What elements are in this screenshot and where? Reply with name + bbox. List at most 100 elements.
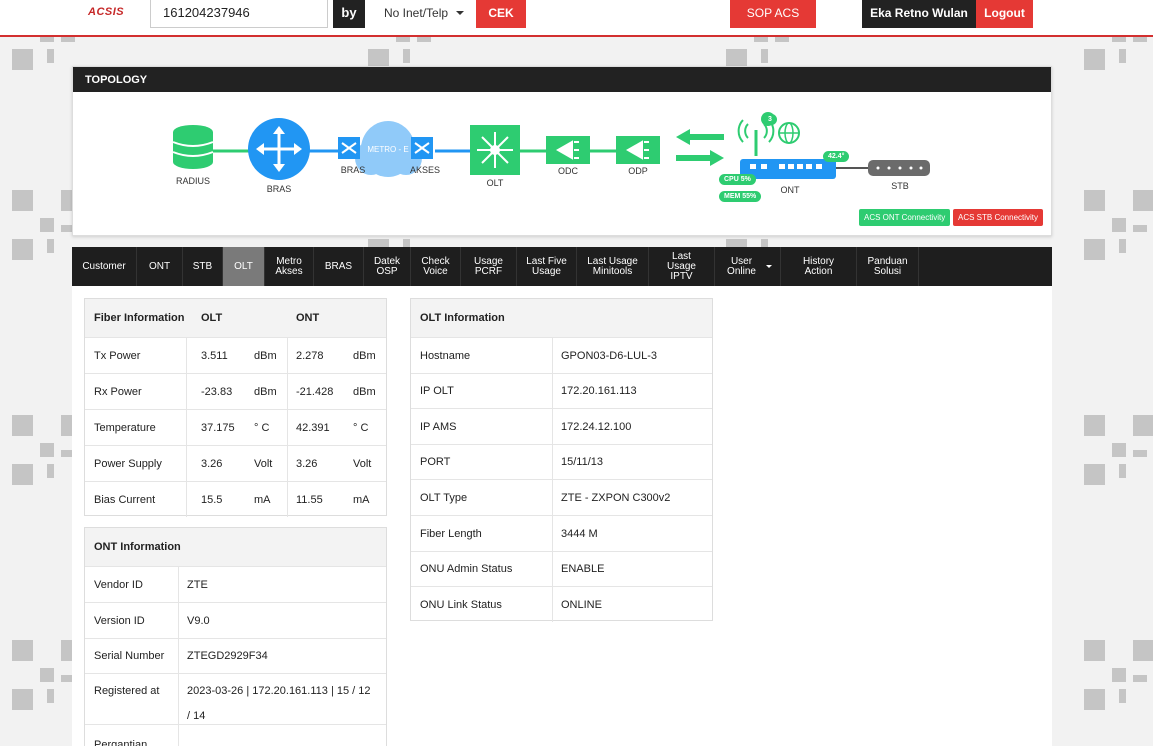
node-label-stb: STB [891, 181, 909, 191]
ont-info-value: ZTEGD2929F34 [187, 650, 268, 662]
fiber-cell: -21.428 [296, 385, 334, 398]
olt-info-value: ONLINE [561, 598, 602, 611]
mem-badge: MEM 55% [719, 191, 762, 202]
tab-label: History Action [802, 255, 835, 277]
globe-icon [778, 122, 800, 144]
olt-info-row: IP OLT 172.20.161.113 [411, 372, 712, 409]
tab-bar: Customer ONT STB OLT Metro Akses BRAS Datek OSP C… [72, 247, 1052, 286]
tab-last-five-usage[interactable]: Last Five Usage [517, 247, 577, 286]
column-divider [287, 374, 288, 409]
olt-info-row: ONU Admin Status ENABLE [411, 550, 712, 587]
tab-label: Last Usage Minitools [587, 255, 638, 277]
logout-button[interactable]: Logout [976, 0, 1033, 28]
app-logo[interactable]: ACSIS [88, 6, 124, 18]
olt-info-row: IP AMS 172.24.12.100 [411, 408, 712, 445]
node-label-radius: RADIUS [175, 176, 210, 186]
olt-info-key: ONU Link Status [420, 598, 502, 611]
tab-panduan-solusi[interactable]: Panduan Solusi [857, 247, 919, 286]
olt-info-row: Hostname GPON03-D6-LUL-3 [411, 337, 712, 373]
fiber-cell: Volt [353, 457, 372, 470]
tab-label: Panduan Solusi [867, 255, 908, 277]
fiber-row: Bias Current 15.5 mA 11.55 mA [85, 481, 386, 517]
olt-info-row: PORT 15/11/13 [411, 443, 712, 480]
ont-info-key: Pergantian [94, 738, 148, 746]
tab-label: BRAS [324, 260, 353, 272]
column-divider [552, 480, 553, 516]
fiber-cell: -23.83 [201, 385, 233, 398]
tab-customer[interactable]: Customer [72, 247, 137, 286]
ont-info-row: Registered at 2023-03-26 | 172.20.161.113… [85, 673, 386, 708]
ont-info-value: ZTE [187, 578, 208, 591]
qr-watermark-icon [1084, 190, 1153, 260]
tab-label: Datek OSP [373, 255, 401, 277]
fiber-header-ont: ONT [296, 312, 320, 324]
by-label: by [333, 0, 365, 28]
fiber-cell: Bias Current [94, 493, 156, 506]
olt-info-title: OLT Information [420, 312, 505, 324]
tab-last-usage-minitools[interactable]: Last Usage Minitools [577, 247, 649, 286]
wifi-client-count-badge: 3 [763, 114, 777, 125]
search-input[interactable]: 161204237946 [150, 0, 328, 28]
column-divider [287, 410, 288, 445]
node-label-odc: ODC [558, 166, 578, 176]
acs-stb-connectivity-button[interactable]: ACS STB Connectivity [953, 209, 1044, 226]
ont-info-key [85, 708, 94, 724]
olt-info-value: ENABLE [561, 563, 605, 576]
sop-acs-button[interactable]: SOP ACS [730, 0, 816, 28]
tab-label: User Online [727, 255, 756, 277]
tab-metro-akses[interactable]: Metro Akses [265, 247, 314, 286]
olt-info-key: IP OLT [420, 385, 454, 398]
fiber-cell: 3.26 [201, 457, 223, 470]
tab-olt[interactable]: OLT [223, 247, 265, 286]
tab-check-voice[interactable]: Check Voice [411, 247, 461, 286]
tab-label: ONT [148, 260, 171, 272]
tab-usage-pcrf[interactable]: Usage PCRF [461, 247, 517, 286]
node-label-akses: AKSES [409, 165, 440, 175]
tab-history-action[interactable]: History Action [781, 247, 857, 286]
ont-info-key: Registered at [94, 685, 160, 697]
cpu-badge: CPU 5% [719, 174, 756, 185]
tab-label: Metro Akses [275, 255, 303, 277]
column-divider [186, 446, 187, 481]
user-name[interactable]: Eka Retno Wulan [862, 0, 976, 28]
tab-datek-osp[interactable]: Datek OSP [364, 247, 411, 286]
tab-bras[interactable]: BRAS [314, 247, 364, 286]
chevron-down-icon [766, 265, 772, 268]
tab-label: OLT [234, 260, 253, 272]
column-divider [552, 409, 553, 445]
olt-info-key: ONU Admin Status [420, 563, 513, 576]
fiber-cell: 37.175 [201, 421, 235, 434]
fiber-row: Power Supply 3.26 Volt 3.26 Volt [85, 445, 386, 481]
tab-last-usage-iptv[interactable]: Last Usage IPTV [649, 247, 715, 286]
odp-icon [616, 136, 660, 164]
olt-info-value: GPON03-D6-LUL-3 [561, 349, 657, 362]
fiber-cell: Volt [254, 457, 273, 470]
ont-info-row: Pergantian [85, 724, 386, 746]
olt-info-key: Hostname [420, 349, 471, 362]
search-type-select[interactable]: No Inet/Telp [376, 0, 472, 28]
column-divider [552, 338, 553, 373]
topology-title: TOPOLOGY [73, 67, 1051, 92]
tab-ont[interactable]: ONT [137, 247, 183, 286]
fiber-cell: dBm [254, 349, 277, 362]
olt-info-value: 172.20.161.113 [561, 385, 637, 398]
tab-stb[interactable]: STB [183, 247, 223, 286]
acs-ont-connectivity-button[interactable]: ACS ONT Connectivity [859, 209, 951, 226]
tab-user-online[interactable]: User Online [715, 247, 781, 286]
stb-device-icon [868, 160, 930, 176]
tab-label: Last Usage IPTV [667, 250, 696, 282]
cek-button[interactable]: CEK [476, 0, 526, 28]
fiber-cell: 2.278 [296, 349, 324, 362]
tab-label: Last Five Usage [526, 255, 567, 277]
fiber-cell: ° C [254, 421, 270, 434]
node-label-bras: BRAS [266, 184, 292, 194]
topology-panel: TOPOLOGY RADIUS BRAS BRAS METRO - E AKSE… [72, 66, 1052, 236]
olt-info-value: 3444 M [561, 527, 598, 540]
search-type-value: No Inet/Telp [384, 6, 449, 20]
ont-info-value [178, 725, 187, 746]
fiber-cell: dBm [353, 385, 376, 398]
radius-icon [172, 125, 214, 169]
olt-tab-content: Fiber Information OLT ONT Tx Power 3.511 d… [72, 286, 1052, 746]
olt-information-panel: OLT Information Hostname GPON03-D6-LUL-3 I… [410, 298, 713, 623]
tab-label: Customer [82, 260, 126, 272]
